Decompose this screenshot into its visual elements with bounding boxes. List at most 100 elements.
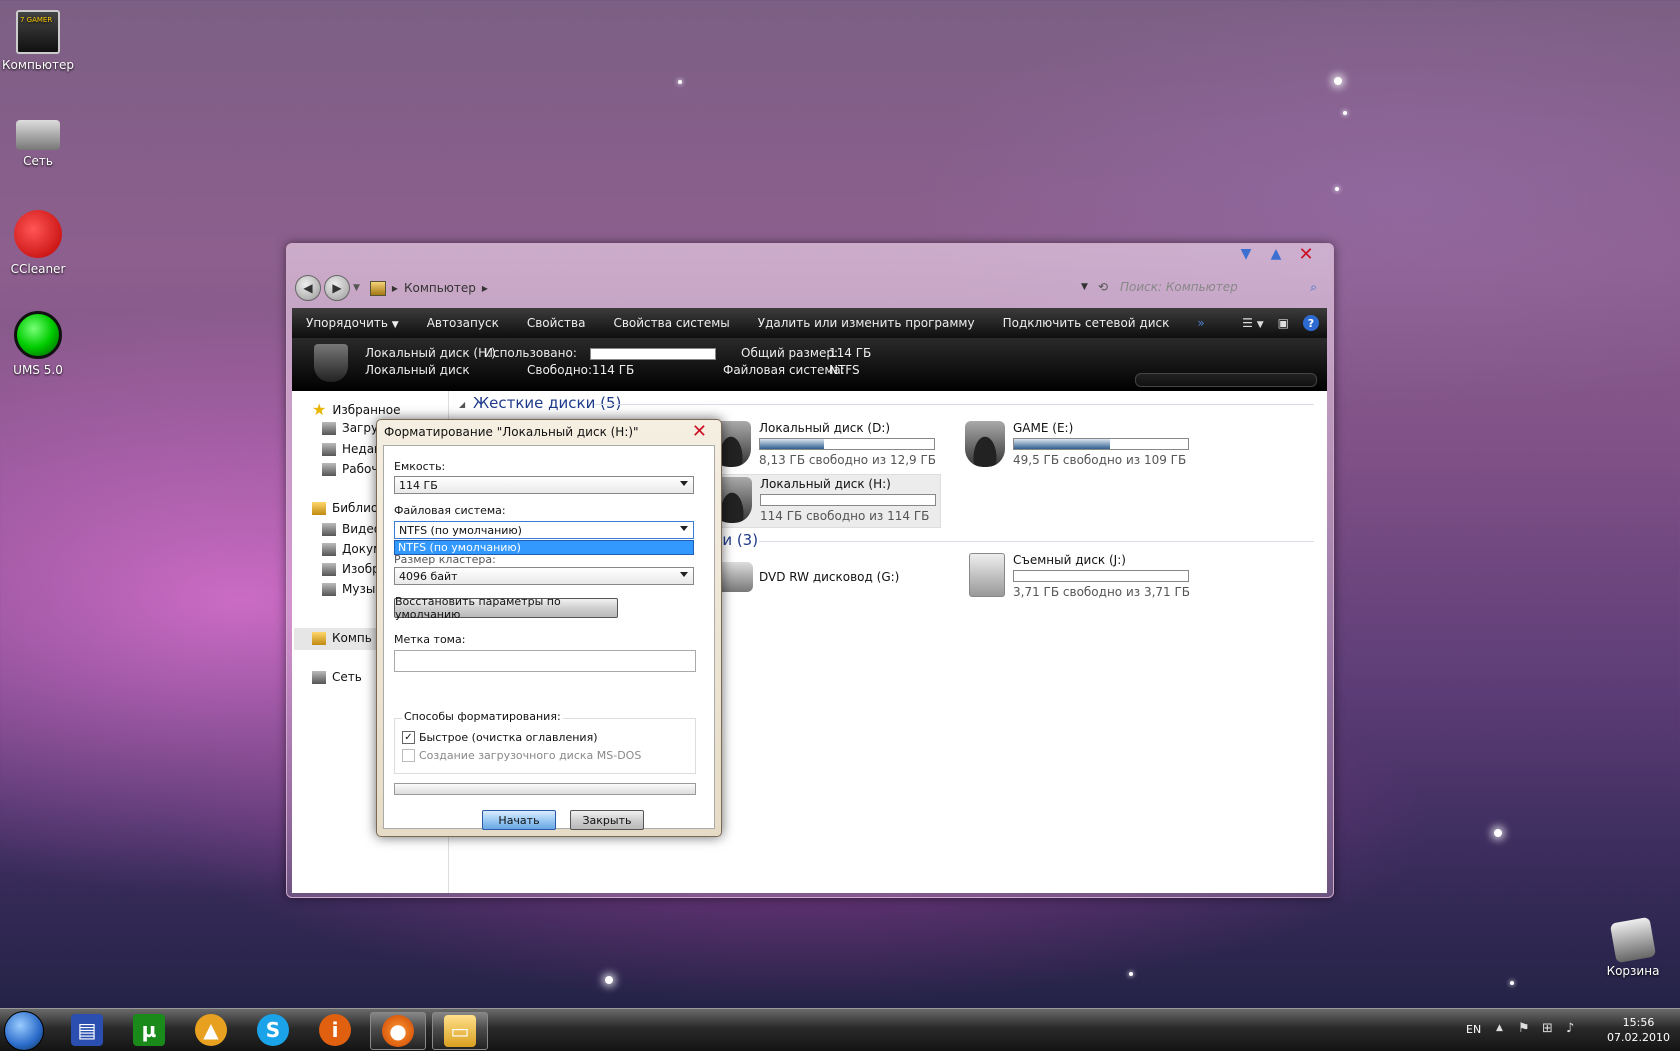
nav-recent[interactable]: Недав [322, 442, 381, 456]
breadcrumb[interactable]: ▸ Компьютер ▸ [369, 280, 488, 296]
taskbar-app-skype[interactable]: S [246, 1012, 300, 1048]
autoplay-button[interactable]: Автозапуск [413, 316, 513, 330]
map-network-drive-button[interactable]: Подключить сетевой диск [989, 316, 1184, 330]
taskbar-app-explorer[interactable]: ▭ [432, 1012, 488, 1050]
drive-j[interactable]: Съемный диск (J:) 3,71 ГБ свободно из 3,… [965, 551, 1193, 603]
drive-free-space: 49,5 ГБ свободно из 109 ГБ [1013, 453, 1187, 467]
search-icon[interactable]: ⌕ [1310, 280, 1317, 295]
music-icon [322, 582, 336, 596]
show-hidden-icons-icon[interactable]: ▲ [1496, 1023, 1503, 1033]
capacity-select[interactable]: 114 ГБ [394, 476, 694, 494]
drive-d[interactable]: Локальный диск (D:) 8,13 ГБ свободно из … [711, 419, 939, 471]
desktop-icon-computer[interactable]: Компьютер [0, 10, 83, 72]
nav-computer[interactable]: Компь [312, 631, 372, 645]
address-dropdown-icon[interactable]: ▼ [1081, 282, 1088, 292]
taskbar-app-icq[interactable]: i [308, 1012, 362, 1048]
dialog-title: Форматирование "Локальный диск (H:)" [384, 425, 639, 439]
checkbox-icon [402, 749, 415, 762]
back-button[interactable]: ◀ [295, 275, 321, 301]
taskbar-app-save[interactable]: ▤ [60, 1012, 114, 1048]
drive-name: Локальный диск (H:) [760, 477, 891, 491]
recent-places-icon [322, 442, 336, 456]
msdos-boot-label: Создание загрузочного диска MS-DOS [419, 749, 642, 762]
organize-button[interactable]: Упорядочить ▼ [292, 316, 413, 330]
search-input[interactable]: Поиск: Компьютер [1120, 280, 1238, 294]
forward-button[interactable]: ▶ [324, 275, 350, 301]
format-dialog: Форматирование "Локальный диск (H:)" ✕ Е… [376, 419, 722, 837]
nav-favorites[interactable]: ★ Избранное [312, 400, 401, 419]
close-icon[interactable]: ✕ [1297, 244, 1315, 265]
start-button[interactable]: Начать [482, 810, 556, 830]
close-button[interactable]: Закрыть [570, 810, 644, 830]
group-header-hard-disks[interactable]: Жесткие диски (5) [473, 394, 621, 412]
cluster-size-value: 4096 байт [399, 569, 458, 583]
firefox-icon: ● [382, 1015, 414, 1047]
drive-g[interactable]: DVD RW дисковод (G:) [711, 556, 939, 608]
clock-date: 07.02.2010 [1607, 1031, 1670, 1044]
details-used-label: Использовано: [484, 346, 577, 360]
filesystem-label: Файловая система: [394, 504, 506, 517]
star-icon: ★ [312, 400, 327, 419]
breadcrumb-computer[interactable]: Компьютер [404, 281, 476, 295]
help-icon[interactable]: ? [1303, 315, 1319, 331]
desktop-icon [322, 462, 336, 476]
cluster-size-select[interactable]: 4096 байт [394, 567, 694, 585]
drive-h[interactable]: Локальный диск (H:) 114 ГБ свободно из 1… [711, 474, 941, 528]
desktop-icon-label: Корзина [1606, 964, 1660, 978]
documents-icon [322, 542, 336, 556]
action-center-flag-icon[interactable]: ⚑ [1518, 1021, 1530, 1036]
dialog-body: Емкость: 114 ГБ Файловая система: NTFS (… [383, 445, 715, 830]
desktop-icon-ums[interactable]: UMS 5.0 [0, 311, 83, 377]
drive-free-space: 8,13 ГБ свободно из 12,9 ГБ [759, 453, 937, 467]
desktop-icon-recycle-bin[interactable]: Корзина [1588, 916, 1678, 978]
ums-icon [14, 311, 62, 359]
nav-downloads[interactable]: Загру [322, 421, 378, 435]
desktop-icon-label: UMS 5.0 [13, 363, 63, 377]
system-clock[interactable]: 15:56 07.02.2010 [1607, 1015, 1670, 1045]
chevron-down-icon [680, 481, 688, 486]
group-collapse-icon[interactable]: ◢ [459, 400, 465, 409]
drive-free-space: 114 ГБ свободно из 114 ГБ [760, 509, 930, 523]
drive-e[interactable]: GAME (E:) 49,5 ГБ свободно из 109 ГБ [965, 419, 1193, 471]
network-tray-icon[interactable]: ⊞ [1542, 1021, 1553, 1036]
nav-desktop[interactable]: Рабоч [322, 462, 378, 476]
refresh-icon[interactable]: ⟲ [1098, 280, 1108, 294]
ccleaner-icon [14, 210, 62, 258]
start-button[interactable] [4, 1011, 44, 1051]
restore-defaults-button[interactable]: Восстановить параметры по умолчанию [394, 595, 618, 621]
taskbar-app-aimp[interactable]: ▲ [184, 1012, 238, 1048]
minimize-icon[interactable]: ▼ [1237, 246, 1255, 262]
desktop-icon-network[interactable]: Сеть [0, 108, 83, 168]
nav-network[interactable]: Сеть [312, 670, 362, 684]
nav-pictures[interactable]: Изобр [322, 562, 380, 576]
nav-documents[interactable]: Докум [322, 542, 382, 556]
properties-button[interactable]: Свойства [513, 316, 600, 330]
more-commands-button[interactable]: » [1183, 316, 1218, 330]
quick-format-checkbox[interactable]: ✓ Быстрое (очистка оглавления) [402, 731, 597, 744]
system-properties-button[interactable]: Свойства системы [599, 316, 743, 330]
nav-music[interactable]: Музы [322, 582, 375, 596]
desktop-icon-ccleaner[interactable]: CCleaner [0, 210, 83, 276]
nav-libraries[interactable]: Библио [312, 501, 378, 515]
uninstall-program-button[interactable]: Удалить или изменить программу [744, 316, 989, 330]
taskbar-app-utorrent[interactable]: µ [122, 1012, 176, 1048]
search-box[interactable]: ▼ ⟲ Поиск: Компьютер ⌕ [1081, 276, 1321, 298]
drive-usage-fill [760, 439, 825, 449]
view-options-icon[interactable]: ☰ ▼ [1242, 316, 1264, 330]
chevron-down-icon [680, 526, 688, 531]
preview-pane-icon[interactable]: ▣ [1278, 316, 1289, 330]
close-icon[interactable]: ✕ [692, 421, 707, 442]
taskbar-app-firefox[interactable]: ● [370, 1012, 426, 1050]
maximize-icon[interactable]: ▲ [1267, 246, 1285, 262]
volume-label-input[interactable] [394, 650, 696, 672]
desktop-icon-label: CCleaner [10, 262, 66, 276]
nav-video[interactable]: Видео [322, 522, 381, 536]
drive-usage-bar [1013, 438, 1189, 450]
filesystem-select[interactable]: NTFS (по умолчанию) [394, 521, 694, 539]
volume-icon[interactable]: ♪ [1566, 1021, 1574, 1036]
msdos-boot-checkbox: Создание загрузочного диска MS-DOS [402, 749, 641, 762]
language-indicator[interactable]: EN [1466, 1023, 1481, 1036]
details-free-label: Свободно: [527, 363, 593, 377]
cluster-size-label: Размер кластера: [394, 553, 496, 566]
history-dropdown-icon[interactable]: ▼ [353, 283, 360, 293]
